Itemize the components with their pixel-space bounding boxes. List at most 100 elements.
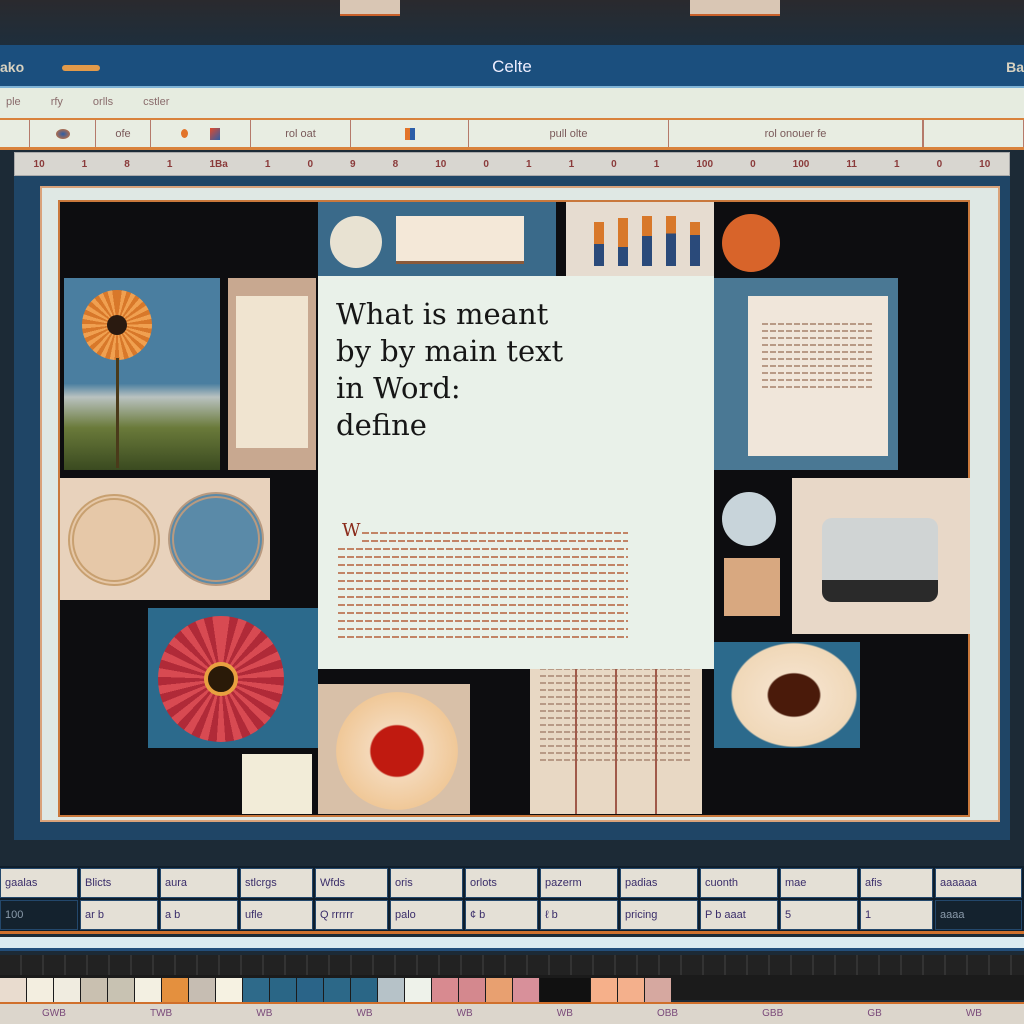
table-cell[interactable]: palo xyxy=(390,900,463,930)
ruler-tick: 1Ba xyxy=(209,158,228,170)
color-swatch[interactable] xyxy=(81,978,107,1002)
toolbar-group[interactable] xyxy=(30,120,96,147)
ruler-tick: 10 xyxy=(33,158,45,170)
color-swatch[interactable] xyxy=(0,978,26,1002)
color-swatch[interactable] xyxy=(54,978,80,1002)
status-label: GBB xyxy=(762,1008,784,1019)
table-header-cell[interactable]: stlcrgs xyxy=(240,868,313,898)
ruler[interactable]: 10 1 8 1 1Ba 1 0 9 8 10 0 1 1 0 1 100 0 100 11 1 0 10 xyxy=(14,152,1010,176)
color-icon[interactable] xyxy=(181,129,188,138)
top-bezel xyxy=(0,0,1024,45)
heading-line: What is meant xyxy=(336,297,549,331)
red-flower-image xyxy=(148,608,318,748)
color-swatch[interactable] xyxy=(297,978,323,1002)
table-cell[interactable]: Q rrrrrr xyxy=(315,900,388,930)
toolbar-label[interactable]: ofe xyxy=(115,128,130,140)
status-label: WB xyxy=(556,1008,573,1019)
color-swatch[interactable] xyxy=(324,978,350,1002)
table-header-cell[interactable]: mae xyxy=(780,868,858,898)
table-cell[interactable]: 5 xyxy=(780,900,858,930)
table-header-cell[interactable]: cuonth xyxy=(700,868,778,898)
windows-icon[interactable] xyxy=(404,127,415,140)
window-controls[interactable]: Ba xyxy=(1006,59,1024,75)
table-cell[interactable]: aaaa xyxy=(935,900,1022,930)
page-canvas: What is meant by by main text in Word: d… xyxy=(40,186,1000,822)
color-swatch[interactable] xyxy=(27,978,53,1002)
toolbar-group[interactable]: rol onouer fe xyxy=(669,120,923,147)
brush-icon[interactable] xyxy=(210,127,220,140)
table-cell[interactable]: a b xyxy=(160,900,238,930)
document-page[interactable]: What is meant by by main text in Word: d… xyxy=(318,276,714,669)
book-image xyxy=(228,278,316,470)
palette-ruler xyxy=(0,955,1024,975)
color-swatch[interactable] xyxy=(540,978,590,1002)
document-heading: What is meant by by main text in Word: d… xyxy=(336,296,714,444)
ruler-tick: 8 xyxy=(124,158,130,170)
color-swatch[interactable] xyxy=(108,978,134,1002)
top-tab[interactable] xyxy=(340,0,400,16)
color-swatch[interactable] xyxy=(351,978,377,1002)
toolbar-label[interactable]: rol onouer fe xyxy=(765,128,827,140)
color-swatch[interactable] xyxy=(243,978,269,1002)
color-swatch[interactable] xyxy=(378,978,404,1002)
menu-item[interactable]: ple xyxy=(6,96,21,118)
color-swatch[interactable] xyxy=(618,978,644,1002)
menu-item[interactable]: orlls xyxy=(93,96,113,118)
table-header-cell[interactable]: aaaaaa xyxy=(935,868,1022,898)
table-cell[interactable]: 1 xyxy=(860,900,933,930)
table-header-cell[interactable]: orlots xyxy=(465,868,538,898)
color-swatch[interactable] xyxy=(513,978,539,1002)
table-cell[interactable]: pricing xyxy=(620,900,698,930)
toolbar-group[interactable]: pull olte xyxy=(469,120,669,147)
toolbar-group[interactable]: ofe xyxy=(96,120,151,147)
top-tab[interactable] xyxy=(690,0,780,16)
toolbar-label[interactable]: rol oat xyxy=(285,128,316,140)
ruler-tick: 1 xyxy=(893,158,900,170)
table-header-cell[interactable]: aura xyxy=(160,868,238,898)
color-swatch[interactable] xyxy=(405,978,431,1002)
table-cell[interactable]: ℓ b xyxy=(540,900,618,930)
toolbar-group[interactable]: rol oat xyxy=(251,120,351,147)
ruler-tick: 0 xyxy=(307,158,313,170)
color-swatch[interactable] xyxy=(486,978,512,1002)
color-swatch[interactable] xyxy=(162,978,188,1002)
toolbar-label[interactable]: pull olte xyxy=(550,128,588,140)
table-header-cell[interactable]: padias xyxy=(620,868,698,898)
table-header-cell[interactable]: oris xyxy=(390,868,463,898)
color-swatch[interactable] xyxy=(135,978,161,1002)
body-text[interactable] xyxy=(338,526,628,644)
menu-item[interactable]: cstler xyxy=(143,96,169,118)
color-swatch[interactable] xyxy=(645,978,671,1002)
status-label: TWB xyxy=(149,1008,173,1019)
color-swatch[interactable] xyxy=(216,978,242,1002)
ruler-tick: 100 xyxy=(792,158,810,170)
window-title: Celte xyxy=(492,57,532,76)
cream-flower-image xyxy=(318,684,470,814)
table-cell[interactable]: 100 xyxy=(0,900,78,930)
paper-image xyxy=(714,278,898,470)
color-swatch[interactable] xyxy=(459,978,485,1002)
palette-icon[interactable] xyxy=(55,128,70,139)
toolbar: ofe rol oat pull olte rol onouer fe xyxy=(0,118,1024,150)
ruler-tick: 1 xyxy=(525,158,532,170)
table-cell[interactable]: ¢ b xyxy=(465,900,538,930)
toolbar-group[interactable] xyxy=(151,120,251,147)
table-cell[interactable]: ufle xyxy=(240,900,313,930)
table-header-cell[interactable]: pazerm xyxy=(540,868,618,898)
menu-item[interactable]: rfy xyxy=(51,96,63,118)
color-swatch[interactable] xyxy=(591,978,617,1002)
bar-chart-image xyxy=(566,202,714,276)
toolbar-group[interactable] xyxy=(0,120,30,147)
toolbar-group[interactable] xyxy=(923,120,1024,147)
table-header-cell[interactable]: gaalas xyxy=(0,868,78,898)
color-swatch[interactable] xyxy=(432,978,458,1002)
table-cell[interactable]: P b aaat xyxy=(700,900,778,930)
table-header-cell[interactable]: afis xyxy=(860,868,933,898)
color-swatch[interactable] xyxy=(270,978,296,1002)
table-header-cell[interactable]: Blicts xyxy=(80,868,158,898)
rings-image xyxy=(60,478,270,600)
table-cell[interactable]: ar b xyxy=(80,900,158,930)
toolbar-group[interactable] xyxy=(351,120,469,147)
table-header-cell[interactable]: Wfds xyxy=(315,868,388,898)
color-swatch[interactable] xyxy=(189,978,215,1002)
